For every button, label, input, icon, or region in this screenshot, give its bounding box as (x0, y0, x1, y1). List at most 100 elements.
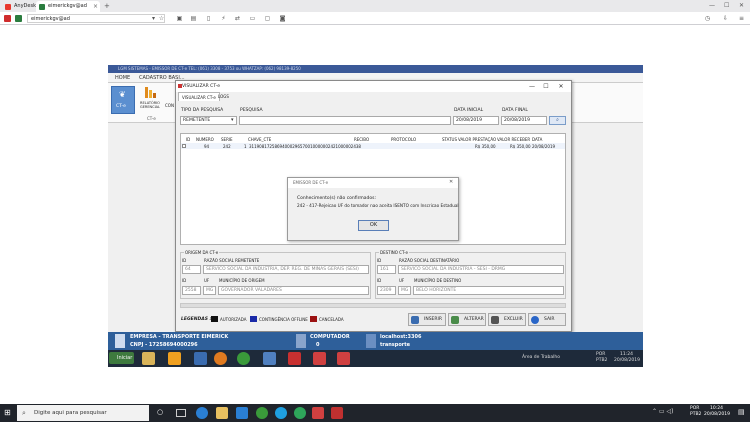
column-header-serie[interactable]: SERIE (221, 137, 233, 142)
maximize-dialog-icon[interactable]: ☐ (541, 82, 551, 91)
column-header-id[interactable]: ID (186, 137, 190, 142)
origem-uf-field[interactable]: MG (203, 286, 216, 295)
close-window-icon[interactable]: ✕ (739, 2, 744, 9)
destino-uf-field[interactable]: MG (398, 286, 411, 295)
pesquisa-input[interactable] (239, 116, 451, 125)
data-inicial-input[interactable]: 20/08/2019 (453, 116, 499, 125)
red-app-icon[interactable] (4, 15, 11, 22)
origem-id-field[interactable]: 64 (182, 265, 201, 274)
anydesk-taskbar-icon[interactable] (337, 352, 350, 365)
column-header-data[interactable]: DATA (532, 137, 542, 142)
tab-visualizar[interactable]: VISUALIZAR CT-e (178, 92, 220, 101)
cte-app-icon[interactable] (288, 352, 301, 365)
municipio-destino-field[interactable]: BELO HORIZONTE (413, 286, 564, 295)
alterar-button[interactable]: ALTERAR (448, 313, 486, 326)
cortana-icon[interactable]: ○ (157, 408, 163, 416)
maximize-icon[interactable]: ☐ (724, 2, 729, 9)
ie-icon[interactable] (194, 352, 207, 365)
green-app-icon[interactable] (294, 407, 306, 419)
close-dialog-icon[interactable]: ✕ (556, 82, 566, 91)
column-header-protocolo[interactable]: PROTOCOLO (391, 137, 416, 142)
chevron-down-icon[interactable]: ▾ (231, 117, 234, 123)
remote-lang[interactable]: POR (596, 352, 605, 357)
tipo-pesquisa-select[interactable]: REMETENTE (180, 116, 237, 125)
new-tab-icon[interactable]: + (104, 2, 110, 10)
column-header-status[interactable]: STATUS (442, 137, 457, 142)
edge-icon[interactable] (196, 407, 208, 419)
column-header-valor-prestacao[interactable]: VALOR PRESTAÇÃO (458, 137, 496, 142)
area-trabalho-label[interactable]: Área de Trabalho (522, 355, 560, 360)
windows-start-icon[interactable]: ⊞ (4, 409, 11, 417)
sair-button[interactable]: SAIR (528, 313, 566, 326)
municipio-origem-field[interactable]: GOVERNADOR VALADARES (218, 286, 369, 295)
chevron-down-icon[interactable]: ▾ (150, 15, 157, 22)
firefox-icon[interactable] (214, 352, 227, 365)
row-checkbox[interactable] (182, 144, 186, 148)
ok-button[interactable]: OK (358, 220, 389, 231)
menu-home[interactable]: HOME (115, 75, 130, 81)
destino-id2-field[interactable]: 2309 (377, 286, 396, 295)
municipio-destino-label: MUNICÍPIO DE DESTINO (414, 278, 462, 283)
tab-anydesk[interactable]: AnyDesk (2, 1, 36, 12)
star-icon[interactable]: ☆ (158, 15, 165, 22)
host-lang[interactable]: POR (690, 406, 699, 411)
anydesk-taskbar-icon[interactable] (313, 352, 326, 365)
table-row[interactable] (181, 143, 565, 149)
menu-icon[interactable]: ≡ (738, 15, 745, 22)
app-icon[interactable] (168, 352, 181, 365)
display-icon[interactable]: ▤ (190, 15, 197, 22)
column-header-numero[interactable]: NUMERO (196, 137, 214, 142)
razao-remetente-field[interactable]: SERVICO SOCIAL DA INDUSTRIA, DEP. REG. D… (203, 265, 369, 274)
column-header-chave[interactable]: CHAVE_CTE (248, 137, 271, 142)
taskbar-search-input[interactable]: Digite aqui para pesquisar (17, 405, 149, 421)
excluir-button[interactable]: EXCLUIR (488, 313, 526, 326)
minimize-icon[interactable]: — (709, 2, 715, 9)
minimize-dialog-icon[interactable]: — (527, 82, 537, 91)
close-tab-icon[interactable]: × (93, 3, 98, 10)
chrome-icon[interactable] (237, 352, 250, 365)
file-icon[interactable]: ▯ (205, 15, 212, 22)
red-app-icon[interactable] (331, 407, 343, 419)
host-date[interactable]: 20/08/2019 (704, 412, 730, 417)
remote-time[interactable]: 11:24 (620, 352, 633, 357)
data-final-input[interactable]: 20/08/2019 (501, 116, 547, 125)
close-message-icon[interactable]: ✕ (449, 179, 453, 185)
screen-icon[interactable]: ▣ (176, 15, 183, 22)
chrome-icon[interactable] (256, 407, 268, 419)
host-lang2[interactable]: PTB2 (690, 412, 701, 417)
start-button[interactable]: Iniciar (109, 352, 134, 364)
origem-id2-field[interactable]: 2558 (182, 286, 201, 295)
cte-ribbon-button[interactable]: ❦ CT-e (111, 86, 135, 114)
remote-date[interactable]: 20/08/2019 (614, 358, 640, 363)
razao-destinatario-label: RAZÃO SOCIAL DESTINATÁRIO (399, 258, 460, 263)
skype-icon[interactable] (275, 407, 287, 419)
explorer-icon[interactable] (142, 352, 155, 365)
task-view-icon[interactable] (176, 409, 186, 417)
network-icon[interactable] (263, 352, 276, 365)
chat-icon[interactable]: ▢ (264, 15, 271, 22)
search-button[interactable]: ⌕ (549, 116, 566, 125)
tab-logs[interactable]: LOGS (215, 92, 232, 101)
file-explorer-icon[interactable] (216, 407, 228, 419)
history-icon[interactable]: ◷ (704, 15, 711, 22)
anydesk-taskbar-icon[interactable] (312, 407, 324, 419)
host-time[interactable]: 10:24 (710, 406, 723, 411)
razao-destinatario-field[interactable]: SERVICO SOCIAL DA INDUSTRIA - SESI - DRM… (398, 265, 564, 274)
notifications-icon[interactable]: ▤ (738, 408, 745, 416)
camera-icon[interactable]: ◙ (279, 15, 286, 22)
green-app-icon[interactable] (15, 15, 22, 22)
tab-session[interactable]: eimerickgv@ad (36, 1, 100, 12)
destino-id-field[interactable]: 161 (377, 265, 396, 274)
remote-lang2[interactable]: PTB2 (596, 358, 607, 363)
relatorio-ribbon-button[interactable]: RELATÓRIO GERENCIAL (139, 86, 161, 114)
column-header-valor-receber[interactable]: VALOR RECEBER (497, 137, 530, 142)
monitor-icon[interactable]: ▭ (249, 15, 256, 22)
download-icon[interactable]: ⇩ (722, 15, 729, 22)
store-icon[interactable] (236, 407, 248, 419)
column-header-recibo[interactable]: RECIBO (354, 137, 369, 142)
address-field[interactable]: eimerickgv@ad (27, 14, 165, 23)
inserir-button[interactable]: INSERIR (408, 313, 446, 326)
transfer-icon[interactable]: ⇄ (234, 15, 241, 22)
lightning-icon[interactable]: ⚡ (220, 15, 227, 22)
tray-icons[interactable]: ⌃ ▭ ◁) (652, 408, 673, 415)
